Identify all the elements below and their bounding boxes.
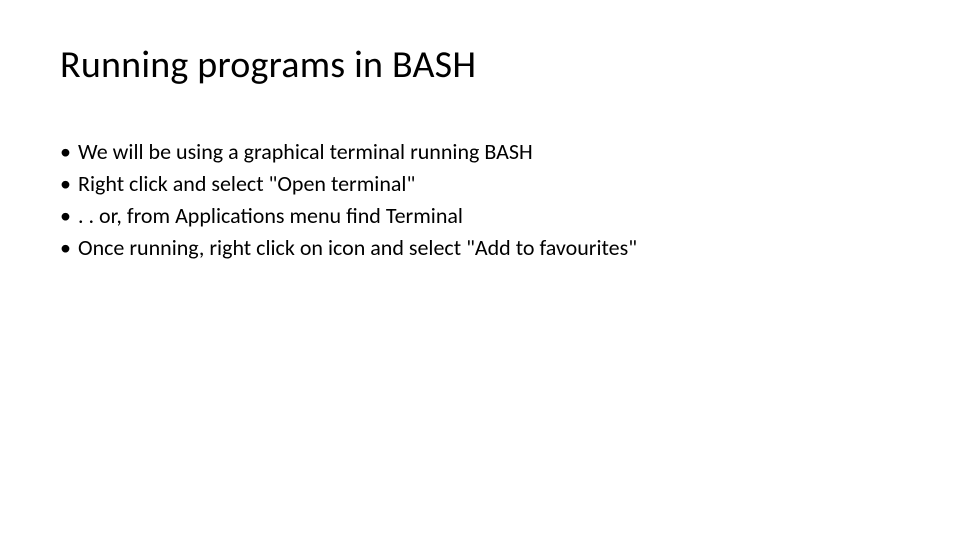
- list-item: We will be using a graphical terminal ru…: [60, 136, 900, 168]
- slide-title: Running programs in BASH: [60, 42, 900, 88]
- list-item: Once running, right click on icon and se…: [60, 232, 900, 264]
- list-item: Right click and select "Open terminal": [60, 168, 900, 200]
- list-item: . . or, from Applications menu find Term…: [60, 200, 900, 232]
- bullet-list: We will be using a graphical terminal ru…: [60, 136, 900, 264]
